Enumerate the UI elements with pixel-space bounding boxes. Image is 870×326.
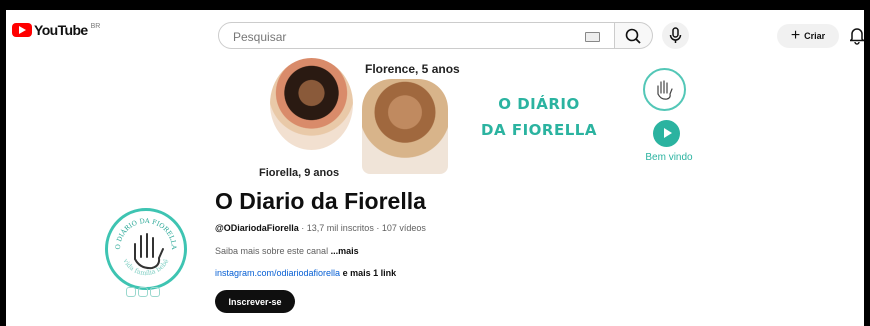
search-box (218, 22, 615, 49)
florence-caption: Florence, 5 anos (365, 62, 460, 76)
channel-banner: Florence, 5 anos Fiorella, 9 anos O DIÁR… (259, 58, 716, 182)
banner-brand-title: O DIÁRIO DA FIORELLA (464, 91, 614, 143)
hand-logo-icon: O DIÁRIO DA FIORELLAvida família bebê (114, 217, 178, 277)
more-link[interactable]: ...mais (331, 246, 359, 256)
instagram-link[interactable]: instagram.com/odiariodafiorella (215, 268, 340, 278)
create-label: Criar (804, 31, 826, 41)
channel-description[interactable]: Saiba mais sobre este canal ...mais (215, 246, 359, 256)
bell-icon (848, 28, 864, 45)
threads-icon (126, 287, 136, 297)
plus-icon: + (790, 27, 801, 44)
avatar-ring-text: O DIÁRIO DA FIORELLA (114, 217, 178, 250)
channel-handle: @ODiariodaFiorella (215, 223, 299, 233)
banner-seal-logo (643, 68, 686, 111)
hand-icon (657, 80, 673, 100)
page-frame: YouTube BR + Criar (6, 10, 864, 326)
youtube-play-icon (12, 23, 32, 37)
welcome-text: Bem vindo (645, 152, 693, 163)
brand-line-2: DA FIORELLA (481, 121, 597, 139)
youtube-wordmark: YouTube (34, 22, 88, 38)
channel-stats: · 13,7 mil inscritos · 107 vídeos (298, 223, 426, 233)
brand-line-1: O DIÁRIO (498, 95, 580, 113)
youtube-icon (150, 287, 160, 297)
region-code: BR (90, 23, 101, 30)
notifications-button[interactable] (848, 25, 864, 45)
search-input[interactable] (231, 28, 575, 46)
search-button[interactable] (615, 22, 653, 49)
more-links[interactable]: e mais 1 link (340, 268, 397, 278)
florence-photo (362, 79, 448, 174)
avatar-social-icons (126, 287, 160, 297)
search-icon (625, 28, 641, 44)
channel-meta: @ODiariodaFiorella · 13,7 mil inscritos … (215, 223, 426, 233)
subscribe-button[interactable]: Inscrever-se (215, 290, 295, 313)
microphone-icon (669, 27, 682, 43)
keyboard-icon[interactable] (585, 32, 600, 42)
top-bar: YouTube BR + Criar (6, 10, 864, 56)
voice-search-button[interactable] (662, 22, 689, 49)
youtube-logo[interactable]: YouTube BR (12, 23, 100, 37)
description-text: Saiba mais sobre este canal (215, 246, 331, 256)
banner-play-button (653, 120, 680, 147)
channel-avatar[interactable]: O DIÁRIO DA FIORELLA vida família bebê (105, 208, 187, 290)
channel-links: instagram.com/odiariodafiorella e mais 1… (215, 268, 396, 278)
channel-title: O Diario da Fiorella (215, 188, 426, 214)
fiorella-caption: Fiorella, 9 anos (259, 167, 340, 179)
create-button[interactable]: + Criar (777, 24, 839, 48)
fiorella-photo (270, 58, 353, 150)
instagram-icon (138, 287, 148, 297)
